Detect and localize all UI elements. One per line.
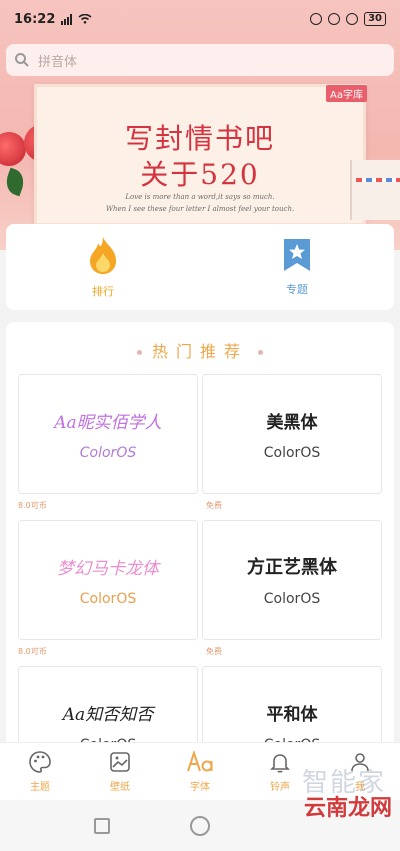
recent-apps-button[interactable] xyxy=(94,817,110,834)
nav-label: 主题 xyxy=(30,782,50,793)
nav-item-theme[interactable]: 主题 xyxy=(0,743,80,800)
status-time: 16:22 xyxy=(14,11,56,27)
banner-title-line2: 关于520 xyxy=(140,158,260,191)
font-price: 8.0可币 xyxy=(18,501,47,510)
banner-title-line1: 写封情书吧 xyxy=(124,122,275,155)
image-icon xyxy=(110,752,130,772)
font-card-brand: ColorOS xyxy=(79,444,137,461)
font-card-name: Aa昵实佰学人 xyxy=(54,412,162,433)
font-card[interactable]: 方正艺黑体 ColorOS xyxy=(202,520,382,640)
category-ranking-label: 排行 xyxy=(92,285,114,298)
search-placeholder: 拼音体 xyxy=(38,54,78,70)
category-card: 排行 专题 xyxy=(6,224,394,310)
bell-icon xyxy=(270,754,290,773)
status-bar: 16:22 30 xyxy=(0,0,400,38)
font-aa-icon xyxy=(187,750,213,772)
font-price: 免费 xyxy=(206,647,222,656)
font-card-brand: ColorOS xyxy=(263,591,321,607)
category-topics[interactable]: 专题 xyxy=(200,224,394,310)
font-price: 免费 xyxy=(206,501,222,510)
font-card[interactable]: 美黑体 ColorOS xyxy=(202,374,382,494)
font-card-name: Aa知否知否 xyxy=(62,704,154,725)
hot-recommendations: 热门推荐 Aa昵实佰学人 ColorOS 8.0可币 美黑体 ColorOS 免… xyxy=(6,322,394,762)
search-icon xyxy=(15,53,29,67)
nfc-icon xyxy=(328,13,341,25)
category-topics-label: 专题 xyxy=(286,283,308,296)
nav-label: 字体 xyxy=(190,782,210,793)
font-card-brand: ColorOS xyxy=(79,590,137,607)
font-card-brand: ColorOS xyxy=(263,444,321,461)
font-price: 8.0可币 xyxy=(18,647,47,656)
font-card-name: 美黑体 xyxy=(266,412,318,433)
font-card[interactable]: 梦幻马卡龙体 ColorOS xyxy=(18,520,198,640)
nav-item-font[interactable]: 字体 xyxy=(160,743,240,800)
watermark-logo: 云南龙网 xyxy=(303,796,392,821)
envelope-decoration xyxy=(350,160,400,220)
signal-icon xyxy=(61,13,73,25)
section-title-text: 热门推荐 xyxy=(151,342,248,361)
battery-indicator: 30 xyxy=(364,12,386,26)
font-card[interactable]: Aa昵实佰学人 ColorOS xyxy=(18,374,198,494)
banner-subtitle-line2: When I see these four letter I almost fe… xyxy=(105,205,295,213)
vibrate-icon xyxy=(310,13,323,25)
nav-label: 壁纸 xyxy=(110,782,130,793)
nav-label: 铃声 xyxy=(270,782,290,793)
alarm-icon xyxy=(346,13,359,25)
nav-item-wallpaper[interactable]: 壁纸 xyxy=(80,743,160,800)
palette-icon xyxy=(29,751,51,773)
font-card-name: 方正艺黑体 xyxy=(247,557,337,578)
section-title: 热门推荐 xyxy=(6,338,394,362)
promo-banner[interactable]: Aa字库 写封情书吧 关于520 Love is more than a wor… xyxy=(34,84,367,226)
bookmark-star-icon xyxy=(284,239,310,271)
wifi-icon xyxy=(78,14,92,24)
flame-icon xyxy=(90,237,116,274)
banner-subtitle-line1: Love is more than a word,it says so much… xyxy=(125,193,275,201)
banner-logo: Aa字库 xyxy=(326,85,367,102)
font-card-name: 梦幻马卡龙体 xyxy=(57,558,159,579)
font-card-name: 平和体 xyxy=(266,704,318,725)
home-button[interactable] xyxy=(190,815,210,836)
category-ranking[interactable]: 排行 xyxy=(6,224,200,310)
search-input[interactable]: 拼音体 xyxy=(6,44,394,76)
